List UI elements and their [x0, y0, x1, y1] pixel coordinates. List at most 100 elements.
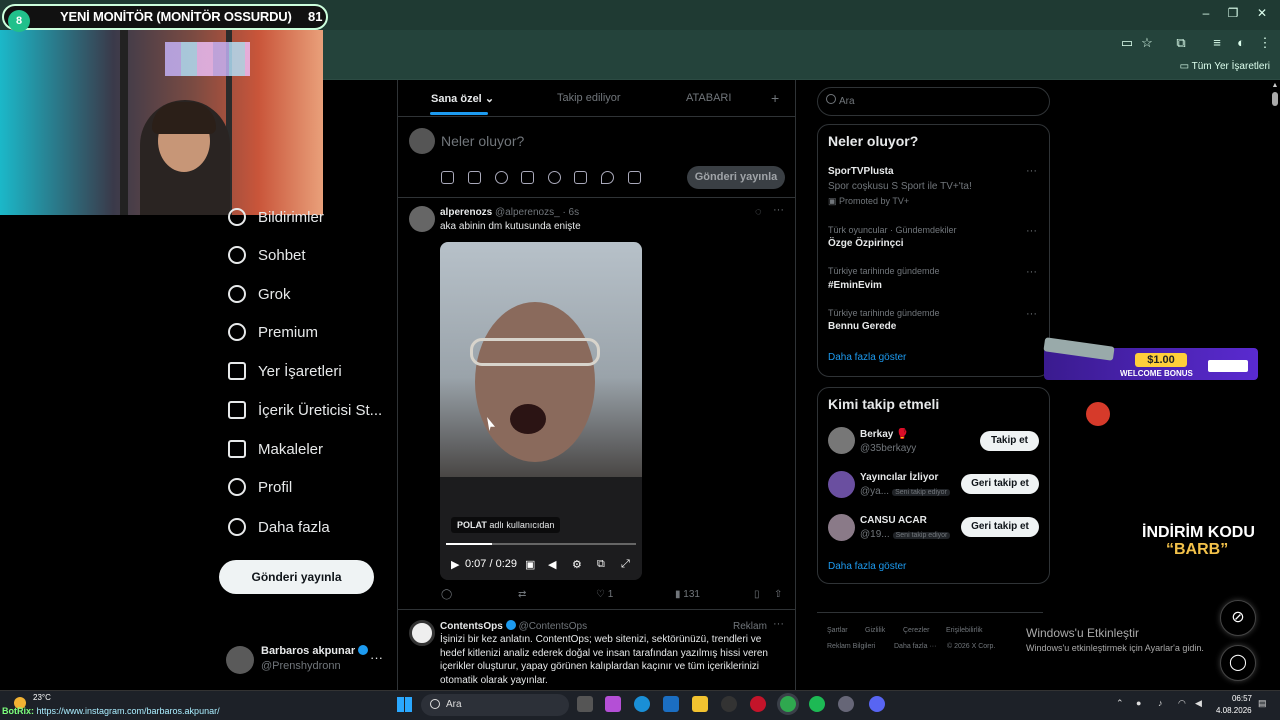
- trend-more-icon[interactable]: ···: [1026, 266, 1037, 278]
- wifi-icon[interactable]: ◠: [1178, 698, 1186, 709]
- ad-author[interactable]: ContentsOps @ContentsOps: [440, 620, 587, 632]
- tweet-author[interactable]: alperenozs @alperenozs_ · 6s: [440, 207, 579, 218]
- footer-link[interactable]: Daha fazla ···: [894, 643, 936, 650]
- volume-icon[interactable]: ◀: [548, 558, 556, 571]
- post-button[interactable]: Gönderi yayınla: [219, 560, 374, 594]
- nav-bookmarks[interactable]: Yer İşaretleri: [228, 359, 342, 383]
- notifications-icon[interactable]: ▤: [1258, 698, 1267, 709]
- video-progress-bar[interactable]: [446, 543, 636, 545]
- account-avatar[interactable]: [226, 646, 254, 674]
- follow-name[interactable]: Yayıncılar İzliyor: [860, 472, 938, 483]
- follow-avatar[interactable]: [828, 514, 855, 541]
- nav-chat[interactable]: Sohbet: [228, 243, 306, 267]
- compose-input[interactable]: Neler oluyor?: [441, 133, 524, 149]
- close-icon[interactable]: ✕: [1255, 6, 1269, 20]
- views-button[interactable]: ▮ 131: [675, 589, 700, 600]
- nav-grok[interactable]: Grok: [228, 282, 291, 306]
- footer-link[interactable]: Gizlilik: [865, 627, 885, 634]
- gif-icon[interactable]: [468, 171, 481, 184]
- file-explorer-icon[interactable]: [692, 696, 708, 712]
- settings-icon[interactable]: ⚙: [572, 558, 582, 571]
- outlook-icon[interactable]: [663, 696, 679, 712]
- tweet-avatar[interactable]: [409, 206, 435, 232]
- compose-post-button[interactable]: Gönderi yayınla: [687, 166, 785, 189]
- account-more-icon[interactable]: ···: [370, 650, 383, 665]
- clock-time[interactable]: 06:57: [1220, 694, 1252, 703]
- media-icon[interactable]: [441, 171, 454, 184]
- retweet-icon[interactable]: ⇄: [518, 589, 526, 600]
- cast-icon[interactable]: ▭: [1118, 34, 1136, 52]
- trend-more-icon[interactable]: ···: [1026, 225, 1037, 237]
- windows-start-icon[interactable]: [397, 697, 412, 712]
- copilot-icon[interactable]: [605, 696, 621, 712]
- follow-name[interactable]: Berkay 🥊: [860, 429, 909, 440]
- account-name[interactable]: Barbaros akpunar: [261, 645, 369, 657]
- extensions-icon[interactable]: ⧉: [1172, 34, 1190, 52]
- taskbar-search[interactable]: [421, 694, 569, 716]
- obs-icon[interactable]: [838, 696, 854, 712]
- menu-icon[interactable]: ⋮: [1256, 34, 1274, 52]
- video-source-tag[interactable]: POLAT adlı kullanıcıdan: [451, 517, 561, 533]
- trend-more-icon[interactable]: ···: [1026, 308, 1037, 320]
- bookmark-icon[interactable]: ▯: [754, 589, 760, 600]
- captions-icon[interactable]: ▣: [525, 558, 535, 571]
- edge-icon[interactable]: [634, 696, 650, 712]
- messages-fab-icon[interactable]: ◯: [1220, 645, 1256, 681]
- tray-chevron-icon[interactable]: ⌃: [1116, 698, 1124, 709]
- emoji-icon[interactable]: [548, 171, 561, 184]
- xbox-icon[interactable]: [721, 696, 737, 712]
- nav-profile[interactable]: Profil: [228, 475, 292, 499]
- opera-icon[interactable]: [750, 696, 766, 712]
- follow-name[interactable]: CANSU ACAR: [860, 515, 927, 526]
- ad-avatar[interactable]: [409, 620, 435, 646]
- add-tab-button[interactable]: +: [771, 90, 779, 106]
- tab-for-you[interactable]: Sana özel ⌄: [431, 92, 494, 105]
- microphone-icon[interactable]: ♪: [1158, 698, 1163, 708]
- reply-icon[interactable]: ◯: [441, 589, 452, 600]
- trend-item[interactable]: Bennu Gerede: [828, 321, 896, 332]
- location-icon[interactable]: [601, 171, 614, 184]
- weather-temp[interactable]: 23°C: [33, 693, 51, 702]
- trend-more-icon[interactable]: ···: [1026, 165, 1037, 177]
- tray-app-icon[interactable]: ●: [1136, 698, 1141, 708]
- spotify-icon[interactable]: [809, 696, 825, 712]
- footer-link[interactable]: Erişilebilirlik: [946, 627, 983, 634]
- nav-creator-studio[interactable]: İçerik Üreticisi St...: [228, 398, 382, 422]
- footer-link[interactable]: Reklam Bilgileri: [827, 643, 875, 650]
- follow-button[interactable]: Takip et: [980, 431, 1039, 451]
- chrome-icon[interactable]: [780, 696, 796, 712]
- more-icon[interactable]: ···: [773, 204, 784, 216]
- grok-icon[interactable]: ◌: [755, 206, 762, 218]
- grok-fab-icon[interactable]: ⊘: [1220, 600, 1256, 636]
- trend-item[interactable]: #EminEvim: [828, 280, 882, 291]
- minimize-icon[interactable]: –: [1199, 6, 1213, 20]
- trend-item[interactable]: Özge Özpirinçci: [828, 238, 904, 249]
- media-icon[interactable]: ≡: [1208, 34, 1226, 52]
- volume-icon[interactable]: ◀: [1195, 698, 1202, 709]
- poll-icon[interactable]: [521, 171, 534, 184]
- follow-avatar[interactable]: [828, 471, 855, 498]
- grok-icon[interactable]: [495, 171, 508, 184]
- nav-more[interactable]: Daha fazla: [228, 515, 330, 539]
- profile-icon[interactable]: ◐: [1232, 34, 1250, 52]
- nav-notifications[interactable]: Bildirimler: [228, 205, 324, 229]
- play-icon[interactable]: ▶: [451, 558, 459, 571]
- clock-date[interactable]: 4.08.2026: [1216, 706, 1252, 715]
- follow-back-button[interactable]: Geri takip et: [961, 474, 1039, 494]
- follow-show-more[interactable]: Daha fazla göster: [828, 561, 906, 572]
- maximize-icon[interactable]: ❐: [1226, 6, 1240, 20]
- scrollbar-thumb[interactable]: [1272, 92, 1278, 106]
- tab-atabari[interactable]: ATABARI: [686, 92, 731, 104]
- flag-icon[interactable]: [628, 171, 641, 184]
- trends-show-more[interactable]: Daha fazla göster: [828, 352, 906, 363]
- discord-icon[interactable]: [869, 696, 885, 712]
- tab-following[interactable]: Takip ediliyor: [557, 92, 621, 104]
- all-bookmarks-link[interactable]: ▭ Tüm Yer İşaretleri: [1180, 61, 1270, 72]
- share-icon[interactable]: ⇧: [774, 589, 782, 600]
- scroll-up-icon[interactable]: ▲: [1271, 82, 1279, 90]
- trend-item[interactable]: SporTVPlusta: [828, 166, 894, 177]
- footer-link[interactable]: Şartlar: [827, 627, 848, 634]
- follow-back-button[interactable]: Geri takip et: [961, 517, 1039, 537]
- follow-avatar[interactable]: [828, 427, 855, 454]
- star-icon[interactable]: ☆: [1138, 34, 1156, 52]
